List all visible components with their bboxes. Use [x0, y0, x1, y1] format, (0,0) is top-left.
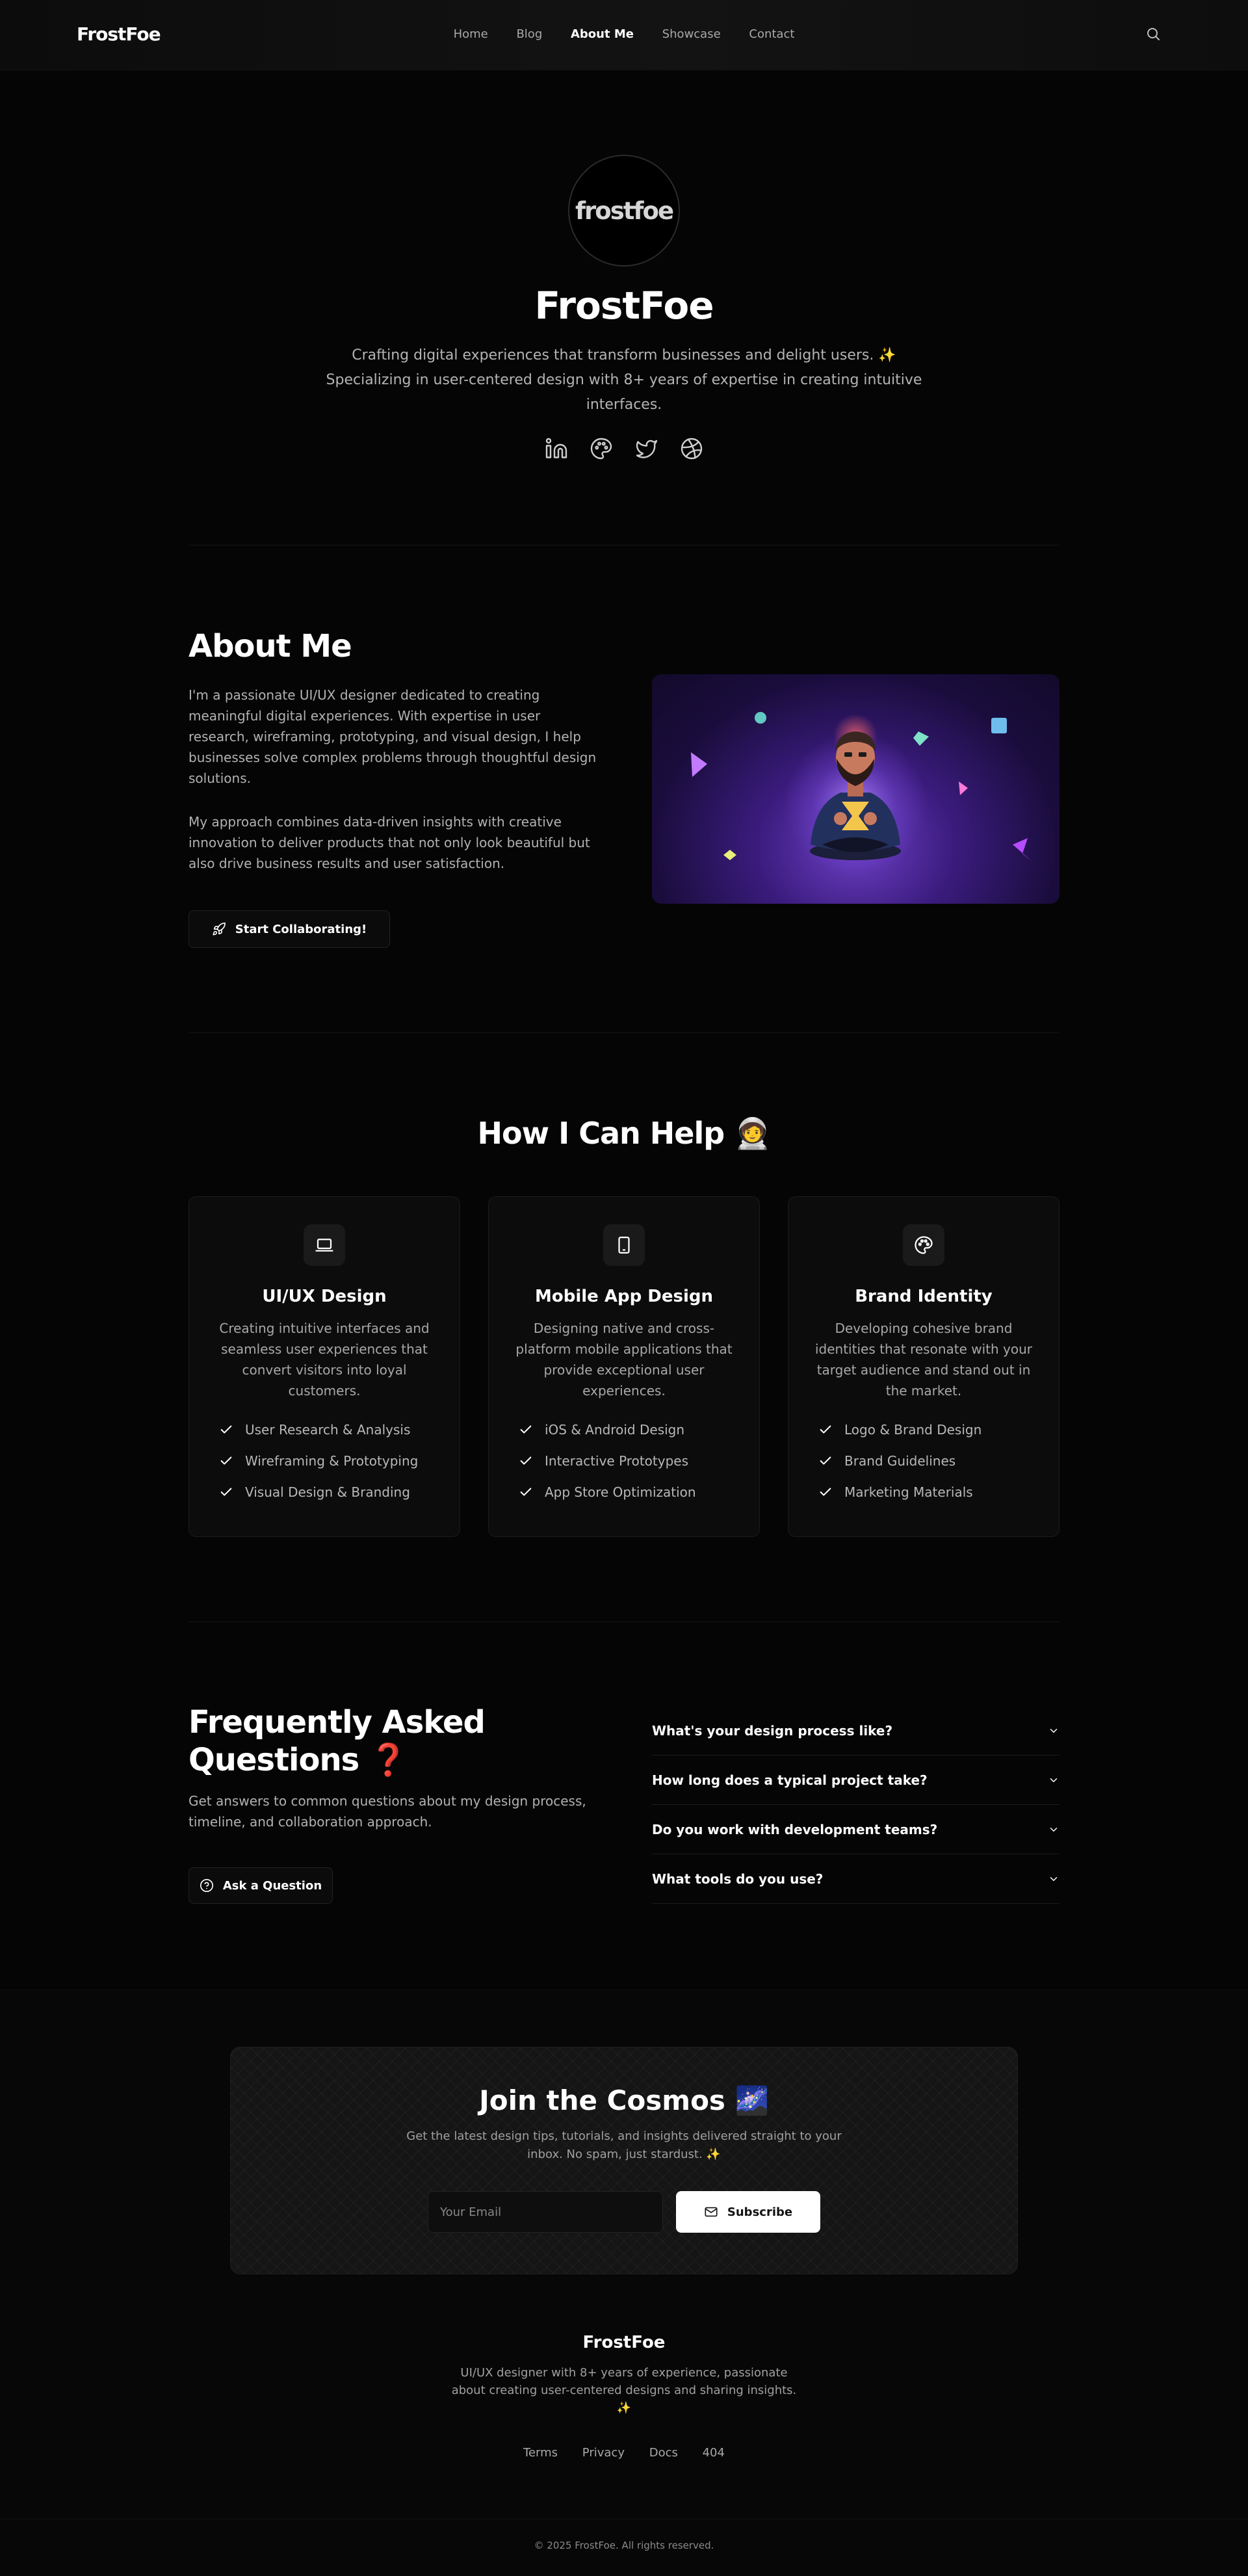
nav-home[interactable]: Home [454, 27, 488, 41]
check-icon [820, 1425, 831, 1434]
copyright: © 2025 FrostFoe. All rights reserved. [534, 2540, 714, 2551]
footer-link-404[interactable]: 404 [703, 2446, 725, 2460]
service-card-brand: Brand Identity Developing cohesive brand… [788, 1196, 1060, 1537]
subscribe-label: Subscribe [727, 2205, 793, 2219]
avatar: frostfoe [568, 155, 680, 267]
faq-question: Do you work with development teams? [652, 1821, 938, 1837]
service-title: Mobile App Design [535, 1287, 713, 1306]
feature-item: App Store Optimization [519, 1484, 696, 1500]
nav-blog[interactable]: Blog [516, 27, 542, 41]
feature-label: Marketing Materials [844, 1484, 973, 1500]
service-description: Creating intuitive interfaces and seamle… [219, 1321, 430, 1399]
linkedin-icon[interactable] [545, 437, 568, 460]
service-card-mobile: Mobile App Design Designing native and c… [488, 1196, 760, 1537]
feature-label: Wireframing & Prototyping [245, 1453, 419, 1469]
palette-icon[interactable] [590, 437, 613, 460]
check-icon [220, 1456, 232, 1465]
footer-links: Terms Privacy Docs 404 [0, 2446, 1248, 2460]
about-paragraph-2: My approach combines data-driven insight… [188, 814, 590, 871]
laptop-icon [304, 1224, 345, 1266]
feature-label: iOS & Android Design [545, 1422, 685, 1438]
about-title: About Me [188, 628, 352, 664]
twitter-icon[interactable] [635, 437, 658, 460]
help-circle-icon [200, 1879, 213, 1892]
feature-label: Interactive Prototypes [545, 1453, 688, 1469]
hero-bio: Crafting digital experiences that transf… [326, 347, 922, 413]
faq-item[interactable]: How long does a typical project take? [652, 1755, 1060, 1805]
feature-label: App Store Optimization [545, 1484, 696, 1500]
feature-label: Brand Guidelines [844, 1453, 956, 1469]
newsletter-title: Join the Cosmos 🌌 [479, 2084, 769, 2116]
search-icon[interactable] [1145, 26, 1164, 44]
nav-about-me[interactable]: About Me [571, 27, 634, 41]
service-title: UI/UX Design [262, 1287, 387, 1306]
ask-question-label: Ask a Question [222, 1878, 322, 1893]
feature-label: Visual Design & Branding [245, 1484, 410, 1500]
start-collaborating-label: Start Collaborating! [235, 922, 367, 936]
service-description: Designing native and cross-platform mobi… [515, 1321, 733, 1399]
service-title: Brand Identity [855, 1287, 993, 1306]
feature-item: iOS & Android Design [519, 1422, 684, 1438]
check-icon [520, 1425, 532, 1434]
palette-icon [903, 1224, 944, 1266]
start-collaborating-button[interactable]: Start Collaborating! [188, 910, 390, 948]
faq-item[interactable]: What tools do you use? [652, 1854, 1060, 1904]
feature-item: Wireframing & Prototyping [219, 1453, 418, 1469]
newsletter-subtitle: Get the latest design tips, tutorials, a… [406, 2129, 842, 2161]
feature-item: Marketing Materials [818, 1484, 973, 1500]
chevron-down-icon [1050, 1728, 1058, 1733]
feature-label: User Research & Analysis [245, 1422, 411, 1438]
check-icon [220, 1425, 232, 1434]
faq-title: Frequently Asked Questions ❓ [188, 1704, 486, 1778]
avatar-logo-text: frostfoe [575, 196, 674, 225]
section-divider [188, 1032, 1060, 1033]
page-title: FrostFoe [534, 283, 714, 328]
feature-item: Visual Design & Branding [219, 1484, 410, 1500]
ask-question-button[interactable]: Ask a Question [188, 1867, 333, 1904]
footer-link-privacy[interactable]: Privacy [582, 2446, 625, 2460]
faq-item[interactable]: What's your design process like? [652, 1706, 1060, 1755]
chevron-down-icon [1050, 1876, 1058, 1881]
check-icon [820, 1488, 831, 1496]
feature-label: Logo & Brand Design [844, 1422, 982, 1438]
main-nav: Home Blog About Me Showcase Contact [0, 27, 1248, 41]
chevron-down-icon [1050, 1778, 1058, 1782]
footer-brand: FrostFoe [582, 2333, 666, 2352]
rocket-icon [213, 923, 226, 936]
footer-description: UI/UX designer with 8+ years of experien… [451, 2366, 797, 2415]
mail-icon [705, 2207, 718, 2217]
subscribe-button[interactable]: Subscribe [676, 2191, 820, 2233]
feature-item: User Research & Analysis [219, 1422, 410, 1438]
footer-link-docs[interactable]: Docs [649, 2446, 678, 2460]
feature-item: Logo & Brand Design [818, 1422, 982, 1438]
faq-subtitle: Get answers to common questions about my… [188, 1793, 586, 1830]
check-icon [520, 1456, 532, 1465]
check-icon [220, 1488, 232, 1496]
check-icon [820, 1456, 831, 1465]
faq-question: How long does a typical project take? [652, 1772, 928, 1788]
meditating-astronaut-illustration [652, 674, 1060, 904]
feature-item: Brand Guidelines [818, 1453, 956, 1469]
chevron-down-icon [1050, 1827, 1058, 1832]
about-paragraph-1: I'm a passionate UI/UX designer dedicate… [188, 687, 597, 786]
email-field[interactable] [428, 2191, 663, 2233]
services-title: How I Can Help 🧑‍🚀 [477, 1116, 772, 1151]
faq-question: What's your design process like? [652, 1722, 893, 1739]
feature-item: Interactive Prototypes [519, 1453, 688, 1469]
dribbble-icon[interactable] [680, 437, 703, 460]
check-icon [520, 1488, 532, 1496]
nav-showcase[interactable]: Showcase [662, 27, 721, 41]
site-header: FrostFoe Home Blog About Me Showcase Con… [0, 0, 1248, 70]
smartphone-icon [603, 1224, 645, 1266]
service-description: Developing cohesive brand identities tha… [814, 1321, 1033, 1399]
nav-contact[interactable]: Contact [749, 27, 794, 41]
faq-question: What tools do you use? [652, 1871, 824, 1887]
faq-item[interactable]: Do you work with development teams? [652, 1805, 1060, 1854]
social-links [0, 437, 1248, 463]
footer-link-terms[interactable]: Terms [523, 2446, 558, 2460]
service-card-uiux: UI/UX Design Creating intuitive interfac… [188, 1196, 460, 1537]
